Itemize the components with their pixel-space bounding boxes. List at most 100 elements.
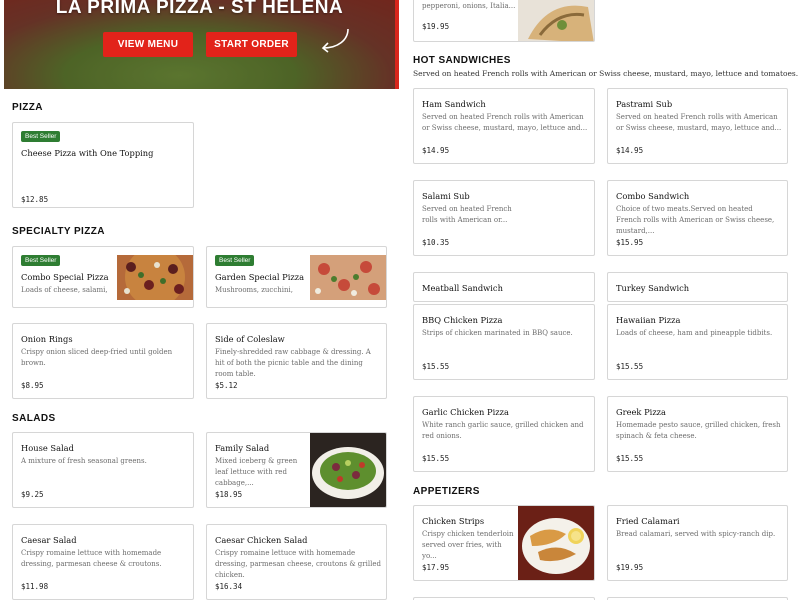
item-price: $15.55 (616, 454, 644, 463)
menu-item-card[interactable]: Garlic Chicken Pizza White ranch garlic … (413, 396, 595, 472)
item-name: Fried Calamari (616, 516, 680, 526)
item-price: $11.98 (21, 582, 49, 591)
menu-item-card[interactable]: Fried Calamari Bread calamari, served wi… (607, 505, 788, 581)
section-title-pizza: PIZZA (12, 102, 43, 113)
menu-item-card[interactable]: Best Seller Combo Special Pizza Loads of… (12, 246, 194, 308)
item-description: Choice of two meats.Served on heated Fre… (616, 205, 775, 235)
menu-item-card[interactable]: Side of Coleslaw Finely-shredded raw cab… (206, 323, 387, 399)
menu-item-card[interactable]: Caesar Salad Crispy romaine lettuce with… (12, 524, 194, 600)
item-description: Mixed iceberg & green leaf lettuce with … (215, 457, 298, 487)
item-description: Homemade pesto sauce, grilled chicken, f… (616, 421, 781, 440)
item-price: $9.25 (21, 490, 44, 499)
item-price: $14.95 (422, 146, 450, 155)
item-price: $15.55 (422, 362, 450, 371)
menu-item-card[interactable]: Best Seller Garden Special Pizza Mushroo… (206, 246, 387, 308)
item-price: $17.95 (422, 563, 450, 572)
item-price: $8.95 (21, 381, 44, 390)
hero-banner: LA PRIMA PIZZA - ST HELENA VIEW MENU STA… (4, 0, 395, 89)
item-description: A mixture of fresh seasonal greens. (21, 457, 147, 465)
item-description: Crispy romaine lettuce with homemade dre… (21, 549, 162, 568)
item-name: Family Salad (215, 443, 270, 453)
view-menu-button[interactable]: VIEW MENU (103, 32, 193, 57)
menu-item-card[interactable]: Chicken Strips Crispy chicken tenderloin… (413, 505, 595, 581)
chicken-strips-photo (518, 506, 594, 580)
garden-pizza-photo (310, 255, 386, 300)
item-name: Hawaiian Pizza (616, 315, 681, 325)
item-name: Onion Rings (21, 334, 73, 344)
item-price: $15.55 (422, 454, 450, 463)
item-description: Served on heated French rolls with Ameri… (422, 205, 512, 224)
menu-item-card[interactable]: Onion Rings Crispy onion sliced deep-fri… (12, 323, 194, 399)
calzone-photo (518, 0, 594, 41)
item-name: Caesar Salad (21, 535, 77, 545)
item-description: White ranch garlic sauce, grilled chicke… (422, 421, 584, 440)
item-name: Turkey Sandwich (616, 283, 690, 293)
menu-item-card[interactable]: Greek Pizza Homemade pesto sauce, grille… (607, 396, 788, 472)
item-price: $5.12 (215, 381, 238, 390)
item-description: Finely-shredded raw cabbage & dressing. … (215, 348, 371, 378)
item-price: $19.95 (422, 22, 450, 31)
item-description: Crispy chicken tenderloin served over fr… (422, 530, 514, 560)
item-name: Caesar Chicken Salad (215, 535, 308, 545)
item-price: $15.95 (616, 238, 644, 247)
section-description: Served on heated French rolls with Ameri… (413, 69, 799, 78)
menu-item-card[interactable]: House Salad A mixture of fresh seasonal … (12, 432, 194, 508)
menu-item-card[interactable]: Hawaiian Pizza Loads of cheese, ham and … (607, 304, 788, 380)
item-price: $15.55 (616, 362, 644, 371)
item-name: Greek Pizza (616, 407, 667, 417)
menu-item-card[interactable]: Salami Sub Served on heated French rolls… (413, 180, 595, 256)
menu-item-card[interactable]: BBQ Chicken Pizza Strips of chicken mari… (413, 304, 595, 380)
item-name: Salami Sub (422, 191, 470, 201)
item-description: pepperoni, onions, Italia... (422, 2, 516, 10)
menu-item-card[interactable]: Ham Sandwich Served on heated French rol… (413, 88, 595, 164)
item-price: $16.34 (215, 582, 243, 591)
item-description: Crispy romaine lettuce with homemade dre… (215, 549, 381, 579)
item-name: Garlic Chicken Pizza (422, 407, 509, 417)
family-salad-photo (310, 433, 386, 507)
item-name: Garden Special Pizza (215, 272, 305, 282)
item-name: Combo Special Pizza (21, 272, 109, 282)
item-name: House Salad (21, 443, 74, 453)
item-name: Combo Sandwich (616, 191, 690, 201)
menu-item-card[interactable]: Meatball Sandwich (413, 272, 595, 302)
menu-item-card[interactable]: Pastrami Sub Served on heated French rol… (607, 88, 788, 164)
item-description: Crispy onion sliced deep-fried until gol… (21, 348, 173, 367)
menu-item-card[interactable]: Combo Sandwich Choice of two meats.Serve… (607, 180, 788, 256)
item-price: $10.35 (422, 238, 450, 247)
item-name: Cheese Pizza with One Topping (21, 148, 154, 158)
best-seller-badge: Best Seller (21, 255, 61, 266)
item-description: Mushrooms, zucchini, (215, 286, 293, 294)
item-description: Strips of chicken marinated in BBQ sauce… (422, 329, 573, 337)
section-title-salads: SALADS (12, 413, 56, 424)
section-title-specialty-pizza: SPECIALTY PIZZA (12, 226, 105, 237)
item-price: $19.95 (616, 563, 644, 572)
best-seller-badge: Best Seller (21, 131, 61, 142)
item-name: Ham Sandwich (422, 99, 486, 109)
menu-item-card[interactable]: Caesar Chicken Salad Crispy romaine lett… (206, 524, 387, 600)
start-order-button[interactable]: START ORDER (206, 32, 297, 57)
menu-item-card-partial[interactable]: pepperoni, onions, Italia... $19.95 (413, 0, 595, 42)
menu-item-card[interactable]: Turkey Sandwich (607, 272, 788, 302)
best-seller-badge: Best Seller (215, 255, 255, 266)
item-name: Side of Coleslaw (215, 334, 285, 344)
item-description: Served on heated French rolls with Ameri… (422, 113, 588, 132)
item-name: BBQ Chicken Pizza (422, 315, 503, 325)
hero-edge-strip (395, 0, 399, 89)
curved-arrow-icon (321, 28, 349, 53)
restaurant-title: LA PRIMA PIZZA - ST HELENA (55, 0, 344, 18)
item-description: Loads of cheese, ham and pineapple tidbi… (616, 329, 773, 337)
item-price: $14.95 (616, 146, 644, 155)
item-description: Served on heated French rolls with Ameri… (616, 113, 782, 132)
item-name: Meatball Sandwich (422, 283, 503, 293)
item-price: $12.85 (21, 195, 49, 204)
item-description: Bread calamari, served with spicy-ranch … (616, 530, 776, 538)
menu-item-card[interactable]: Family Salad Mixed iceberg & green leaf … (206, 432, 387, 508)
menu-item-card[interactable]: Best Seller Cheese Pizza with One Toppin… (12, 122, 194, 208)
item-name: Pastrami Sub (616, 99, 673, 109)
combo-pizza-photo (117, 255, 193, 300)
section-title-appetizers: APPETIZERS (413, 486, 480, 497)
item-name: Chicken Strips (422, 516, 485, 526)
section-title-hot-sandwiches: HOT SANDWICHES (413, 55, 511, 66)
item-description: Loads of cheese, salami, (21, 286, 108, 294)
item-price: $18.95 (215, 490, 243, 499)
